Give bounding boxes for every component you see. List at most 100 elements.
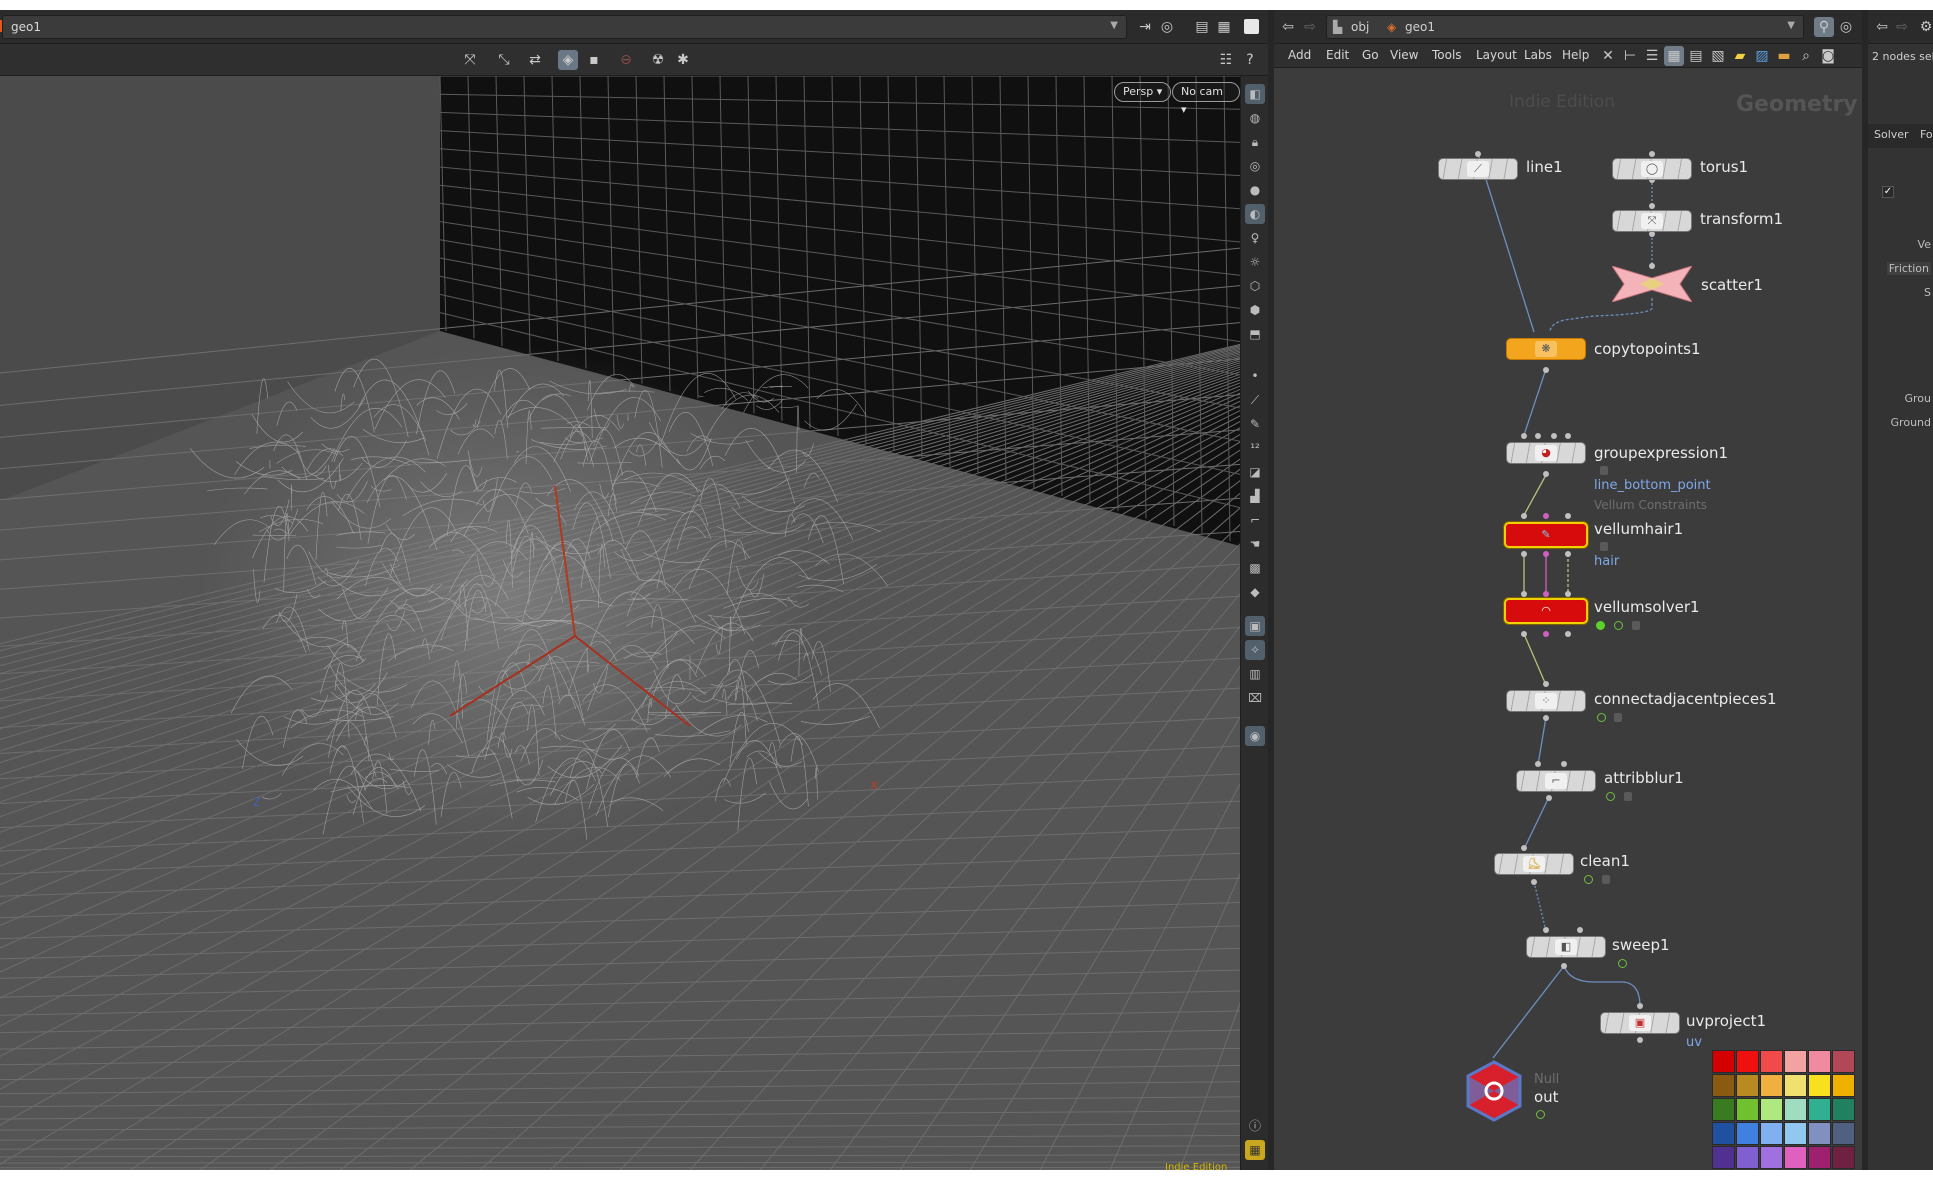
node-transform1[interactable]: ⤧ — [1612, 210, 1692, 232]
color-swatch[interactable] — [1712, 1122, 1735, 1145]
node-sweep1[interactable]: ◧ — [1526, 936, 1606, 958]
display-flag-icon[interactable] — [1596, 621, 1605, 630]
grid-snap-icon[interactable]: ✱ — [673, 50, 693, 70]
color-swatch[interactable] — [1808, 1050, 1831, 1073]
node-connectadjacentpieces1[interactable]: ⁘ — [1506, 690, 1586, 712]
network-editor[interactable]: Indie Edition Geometry ⟋ line1 ◯ torus1 … — [1274, 68, 1862, 1170]
enable-checkbox[interactable]: ✓ — [1882, 186, 1894, 198]
menu-add[interactable]: Add — [1288, 48, 1311, 62]
node-vellumsolver1[interactable]: ◠ — [1504, 598, 1588, 624]
color-swatch[interactable] — [1832, 1122, 1855, 1145]
snap-guide-icon[interactable]: ✧ — [1245, 640, 1265, 660]
desktop-icon[interactable]: ▤ — [1192, 17, 1212, 37]
wireframe-icon[interactable]: ⬡ — [1245, 276, 1265, 296]
geometry-icon[interactable]: ⬢ — [1245, 300, 1265, 320]
headlight-icon[interactable]: ☼ — [1245, 252, 1265, 272]
frame-icon[interactable]: ▥ — [1245, 664, 1265, 684]
color-swatch[interactable] — [1712, 1050, 1735, 1073]
select-tool-icon[interactable]: ⤧ — [460, 50, 480, 70]
link-icon[interactable]: ◎ — [1157, 17, 1177, 37]
tab-solver[interactable]: Solver — [1874, 128, 1909, 141]
paint-icon[interactable]: ◪ — [1245, 462, 1265, 482]
select-primitives-icon[interactable]: ◈ — [558, 50, 578, 70]
node-groupexpression1[interactable]: ◕ — [1506, 442, 1586, 464]
color-swatch[interactable] — [1712, 1098, 1735, 1121]
lock-icon[interactable] — [1624, 792, 1632, 801]
color-swatch[interactable] — [1784, 1146, 1807, 1169]
color-swatch[interactable] — [1832, 1074, 1855, 1097]
menu-help[interactable]: Help — [1562, 48, 1589, 62]
menu-labs[interactable]: Labs — [1524, 48, 1552, 62]
no-entry-icon[interactable]: ⊖ — [616, 50, 636, 70]
points-icon[interactable]: • — [1245, 366, 1265, 386]
stamp-icon[interactable]: ▟ — [1245, 486, 1265, 506]
arrow-left-icon[interactable]: ⇦ — [1278, 17, 1298, 37]
gear-icon[interactable]: ⚙ — [1916, 17, 1933, 37]
shading-icon[interactable]: ● — [1245, 180, 1265, 200]
view-dropdown[interactable]: Persp ▾ — [1114, 82, 1172, 102]
node-label-groupexpression1[interactable]: groupexpression1 — [1594, 444, 1728, 462]
table-icon[interactable]: ▧ — [1708, 46, 1728, 66]
pen-icon[interactable]: ✎ — [1245, 414, 1265, 434]
color-swatch[interactable] — [1736, 1074, 1759, 1097]
search-icon[interactable]: ⌕ — [1796, 46, 1816, 66]
render-flag-icon[interactable] — [1614, 621, 1623, 630]
node-label-copytopoints1[interactable]: copytopoints1 — [1594, 340, 1701, 358]
render-flag-icon[interactable] — [1536, 1110, 1545, 1119]
background-icon[interactable]: ▣ — [1245, 616, 1265, 636]
color-swatch[interactable] — [1760, 1122, 1783, 1145]
select-object-icon[interactable]: ▪ — [584, 50, 604, 70]
node-label-vellumhair1[interactable]: vellumhair1 — [1594, 520, 1683, 538]
color-swatch[interactable] — [1784, 1122, 1807, 1145]
lighting-icon[interactable]: ◐ — [1245, 204, 1265, 224]
node-vellumhair1[interactable]: ✎ — [1504, 522, 1588, 548]
node-label-scatter1[interactable]: scatter1 — [1701, 276, 1763, 294]
thumbs-icon[interactable]: ▤ — [1686, 46, 1706, 66]
diamond-icon[interactable]: ◆ — [1245, 582, 1265, 602]
color-swatch[interactable] — [1736, 1050, 1759, 1073]
visualizer-icon[interactable]: ◎ — [1245, 156, 1265, 176]
arrow-left-icon[interactable]: ⇦ — [1872, 17, 1892, 37]
node-label-transform1[interactable]: transform1 — [1700, 210, 1783, 228]
color-swatch[interactable] — [1736, 1146, 1759, 1169]
node-line1[interactable]: ⟋ — [1438, 158, 1518, 180]
color-swatch[interactable] — [1784, 1074, 1807, 1097]
wrench-icon[interactable]: ✕ — [1598, 46, 1618, 66]
color-swatch[interactable] — [1808, 1146, 1831, 1169]
color-swatch[interactable] — [1712, 1146, 1735, 1169]
menu-edit[interactable]: Edit — [1326, 48, 1349, 62]
target-icon[interactable]: ◎ — [1836, 17, 1856, 37]
color-swatch[interactable] — [1832, 1146, 1855, 1169]
lock-icon[interactable] — [1600, 466, 1608, 475]
scene-viewport[interactable]: x z Persp ▾ No cam ▾ — [0, 76, 1240, 1170]
normals-icon[interactable]: ⬒ — [1245, 324, 1265, 344]
network-path-field[interactable]: ▙ obj ◈ geo1 ▼ — [1326, 15, 1804, 39]
color-swatch[interactable] — [1736, 1098, 1759, 1121]
node-label-attribblur1[interactable]: attribblur1 — [1604, 769, 1684, 787]
viewport-path-field[interactable]: geo1 ▼ — [2, 15, 1127, 39]
color-swatch[interactable] — [1712, 1074, 1735, 1097]
snapping-icon[interactable]: ☢ — [648, 50, 668, 70]
marker-icon[interactable]: ◉ — [1245, 726, 1265, 746]
camera-icon[interactable]: ◙ — [1818, 46, 1838, 66]
node-clean1[interactable]: ⛸︎ — [1494, 853, 1574, 875]
chevron-down-icon[interactable]: ▼ — [1787, 20, 1795, 31]
brush-icon[interactable]: ⟋ — [1245, 390, 1265, 410]
node-uvproject1[interactable]: ▣ — [1600, 1012, 1680, 1034]
maximize-icon[interactable] — [1244, 19, 1259, 34]
menu-layout[interactable]: Layout — [1476, 48, 1517, 62]
hand-icon[interactable]: ☚ — [1245, 534, 1265, 554]
lock-icon[interactable] — [1632, 621, 1640, 630]
color-swatch[interactable] — [1736, 1122, 1759, 1145]
node-out[interactable] — [1464, 1060, 1524, 1122]
lock-icon[interactable] — [1614, 713, 1622, 722]
lock-icon[interactable]: 🔒︎ — [1245, 132, 1265, 152]
menu-view[interactable]: View — [1390, 48, 1418, 62]
node-label-line1[interactable]: line1 — [1526, 158, 1563, 176]
arrow-right-icon[interactable]: ⇨ — [1892, 17, 1912, 37]
node-copytopoints1[interactable]: ❋ — [1506, 338, 1586, 360]
node-label-sweep1[interactable]: sweep1 — [1612, 936, 1670, 954]
image-icon[interactable]: ▨ — [1752, 46, 1772, 66]
color-swatch[interactable] — [1760, 1146, 1783, 1169]
node-torus1[interactable]: ◯ — [1612, 158, 1692, 180]
